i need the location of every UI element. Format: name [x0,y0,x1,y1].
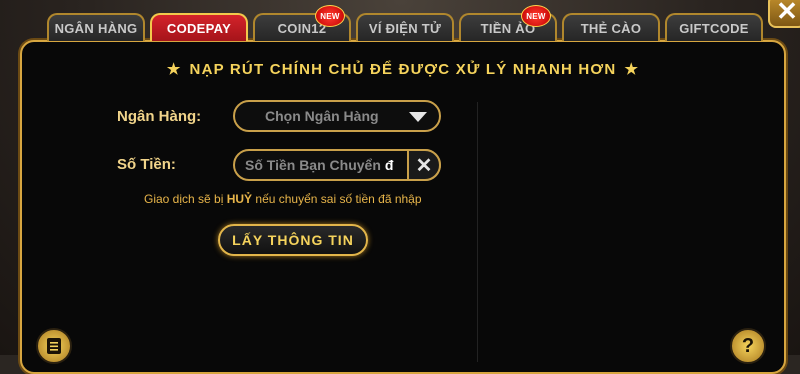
tab-label: NGÂN HÀNG [54,20,138,36]
amount-input[interactable]: Số Tiền Bạn Chuyển đ ✕ [233,149,441,181]
amount-input-placeholder: Số Tiền Bạn Chuyển [245,157,381,173]
bank-label: Ngân Hàng: [117,108,202,125]
bank-select[interactable]: Chọn Ngân Hàng [233,100,441,132]
help-icon[interactable]: ? [730,328,766,364]
tab-label: CODEPAY [166,20,232,36]
chevron-down-icon [409,112,427,122]
menu-list-icon[interactable] [36,328,72,364]
tab-label: VÍ ĐIỆN TỬ [368,20,442,36]
tab-bar: NGÂN HÀNG CODEPAY COIN12 NEW VÍ ĐIỆN TỬ T… [47,5,787,41]
hint-text-before: Giao dịch sẽ bị [144,192,227,206]
hint-text-after: nếu chuyển sai số tiền đã nhập [252,192,422,206]
tab-label: THẺ CÀO [580,20,642,36]
amount-label: Số Tiền: [117,156,176,173]
tab-codepay[interactable]: CODEPAY [150,13,248,41]
new-badge: NEW [315,5,345,27]
menu-list-glyph [47,338,61,354]
payment-panel: ★ NẠP RÚT CHÍNH CHỦ ĐỂ ĐƯỢC XỬ LÝ NHANH H… [20,40,786,374]
star-icon: ★ [166,61,182,78]
tab-tien-ao[interactable]: TIỀN ẢO NEW [459,5,557,41]
clear-icon[interactable]: ✕ [407,149,441,181]
new-badge: NEW [521,5,551,27]
star-icon: ★ [624,61,640,78]
tab-ngan-hang[interactable]: NGÂN HÀNG [47,13,145,41]
panel-title-text: NẠP RÚT CHÍNH CHỦ ĐỂ ĐƯỢC XỬ LÝ NHANH HƠ… [189,61,617,78]
tab-vi-dien-tu[interactable]: VÍ ĐIỆN TỬ [356,13,454,41]
get-info-button[interactable]: LẤY THÔNG TIN [218,224,368,256]
column-divider [477,102,478,362]
close-icon[interactable]: ✕ [768,0,800,28]
tab-giftcode[interactable]: GIFTCODE [665,13,763,41]
hint-text-strong: HUỶ [226,192,253,206]
tab-the-cao[interactable]: THẺ CÀO [562,13,660,41]
tab-label: GIFTCODE [679,20,749,36]
tab-coin12[interactable]: COIN12 NEW [253,5,351,41]
cancel-warning: Giao dịch sẽ bị HUỶ nếu chuyển sai số ti… [144,192,422,206]
panel-title: ★ NẠP RÚT CHÍNH CHỦ ĐỂ ĐƯỢC XỬ LÝ NHANH H… [22,60,784,78]
amount-unit: đ [384,157,394,173]
bank-select-placeholder: Chọn Ngân Hàng [265,108,379,124]
